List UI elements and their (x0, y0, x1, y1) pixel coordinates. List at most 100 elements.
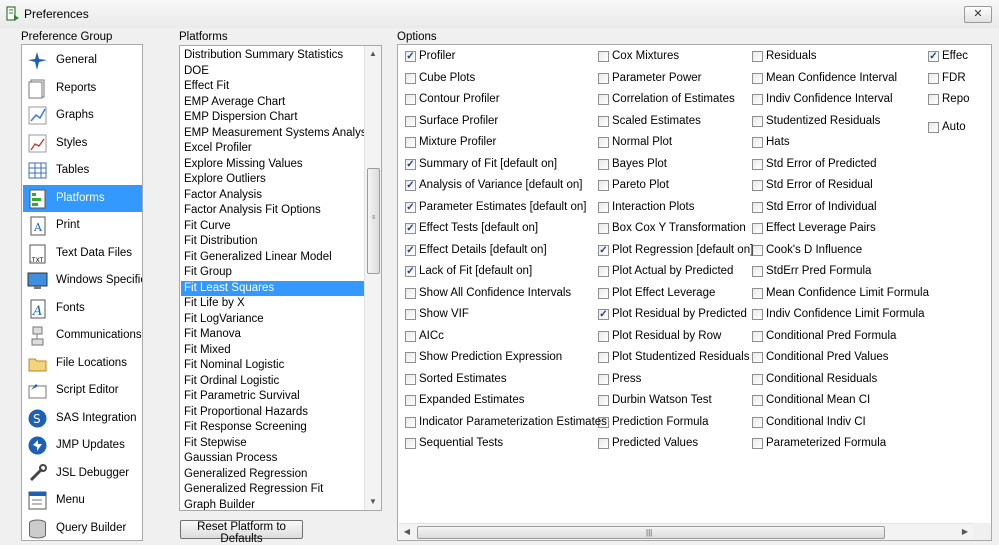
platform-list-item[interactable]: DOE (181, 64, 366, 80)
checkbox-unchecked[interactable] (752, 352, 763, 363)
preference-group-list[interactable]: General Reports Graphs Styles Tables Platform… (21, 44, 143, 541)
pref-group-item-graphs[interactable]: Graphs (23, 102, 142, 129)
platform-list-item[interactable]: Graph Builder (181, 498, 366, 511)
reset-platform-button[interactable]: Reset Platform to Defaults (180, 520, 303, 545)
checkbox-unchecked[interactable] (598, 266, 609, 277)
checkbox-unchecked[interactable] (405, 115, 416, 127)
checkbox-unchecked[interactable] (405, 352, 416, 363)
pref-group-item-script-editor[interactable]: Script Editor (23, 377, 142, 404)
scroll-right-arrow-icon[interactable]: ▶ (957, 524, 973, 540)
checkbox-checked[interactable]: ✓ (405, 266, 416, 277)
platform-list-item[interactable]: Fit Group (181, 265, 366, 281)
platform-list-item[interactable]: Fit Parametric Survival (181, 389, 366, 405)
checkbox-unchecked[interactable] (752, 51, 763, 62)
pref-group-item-menu[interactable]: Menu (23, 487, 142, 514)
pref-group-item-fonts[interactable]: A Fonts (23, 295, 142, 322)
checkbox-unchecked[interactable] (752, 94, 763, 105)
platform-list-item[interactable]: Factor Analysis Fit Options (181, 203, 366, 219)
scroll-down-arrow-icon[interactable]: ▼ (365, 494, 381, 510)
checkbox-unchecked[interactable] (598, 137, 609, 148)
checkbox-unchecked[interactable] (405, 94, 416, 105)
platform-list-item[interactable]: EMP Average Chart (181, 95, 366, 111)
checkbox-unchecked[interactable] (752, 395, 763, 406)
platform-list-item[interactable]: Fit Ordinal Logistic (181, 374, 366, 390)
platform-list-item[interactable]: Fit Response Screening (181, 420, 366, 436)
checkbox-unchecked[interactable] (598, 180, 609, 191)
checkbox-checked[interactable]: ✓ (405, 244, 416, 256)
checkbox-unchecked[interactable] (752, 266, 763, 277)
pref-group-item-print[interactable]: A Print (23, 212, 142, 239)
checkbox-unchecked[interactable] (752, 244, 763, 256)
platform-list-item[interactable]: Fit Generalized Linear Model (181, 250, 366, 266)
checkbox-unchecked[interactable] (752, 180, 763, 191)
checkbox-unchecked[interactable] (928, 121, 939, 133)
platform-list-item[interactable]: Generalized Regression Fit (181, 482, 366, 498)
scroll-thumb[interactable]: ≡ (367, 168, 380, 274)
checkbox-unchecked[interactable] (752, 438, 763, 449)
checkbox-checked[interactable]: ✓ (405, 201, 416, 213)
checkbox-unchecked[interactable] (598, 201, 609, 213)
checkbox-unchecked[interactable] (405, 309, 416, 320)
pref-group-item-text-data-files[interactable]: .TXT Text Data Files (23, 240, 142, 267)
checkbox-unchecked[interactable] (598, 395, 609, 406)
checkbox-unchecked[interactable] (405, 137, 416, 148)
pref-group-item-sas-integration[interactable]: S SAS Integration (23, 405, 142, 432)
checkbox-unchecked[interactable] (752, 223, 763, 234)
horizontal-scroll-thumb[interactable]: ||| (417, 526, 885, 539)
close-button[interactable]: ✕ (964, 6, 992, 23)
pref-group-item-reports[interactable]: Reports (23, 75, 142, 102)
platform-list-item[interactable]: Effect Fit (181, 79, 366, 95)
checkbox-unchecked[interactable] (405, 330, 416, 342)
scroll-left-arrow-icon[interactable]: ◀ (399, 524, 415, 540)
checkbox-unchecked[interactable] (598, 330, 609, 342)
platform-list-item[interactable]: Fit Nominal Logistic (181, 358, 366, 374)
checkbox-unchecked[interactable] (598, 373, 609, 385)
platform-list-item[interactable]: Generalized Regression (181, 467, 366, 483)
platform-list-item[interactable]: Explore Missing Values (181, 157, 366, 173)
pref-group-item-tables[interactable]: Tables (23, 157, 142, 184)
checkbox-unchecked[interactable] (598, 352, 609, 363)
checkbox-unchecked[interactable] (598, 115, 609, 127)
pref-group-item-platforms[interactable]: Platforms (23, 184, 142, 212)
checkbox-unchecked[interactable] (752, 158, 763, 170)
checkbox-checked[interactable]: ✓ (405, 158, 416, 170)
checkbox-unchecked[interactable] (752, 330, 763, 342)
pref-group-item-jsl-debugger[interactable]: JSL Debugger (23, 460, 142, 487)
platform-list-item[interactable]: Fit Least Squares (181, 280, 366, 296)
checkbox-checked[interactable]: ✓ (598, 309, 609, 320)
checkbox-unchecked[interactable] (598, 94, 609, 105)
platform-list-item[interactable]: Distribution Summary Statistics (181, 48, 366, 64)
checkbox-unchecked[interactable] (598, 287, 609, 299)
checkbox-unchecked[interactable] (928, 94, 939, 105)
scroll-up-arrow-icon[interactable]: ▲ (365, 46, 381, 62)
platform-list-item[interactable]: Fit Proportional Hazards (181, 405, 366, 421)
checkbox-checked[interactable]: ✓ (928, 51, 939, 62)
platforms-scrollbar[interactable]: ▲ ≡ ▼ (364, 46, 381, 510)
checkbox-unchecked[interactable] (405, 72, 416, 84)
checkbox-unchecked[interactable] (405, 395, 416, 406)
platform-list-item[interactable]: Fit Mixed (181, 343, 366, 359)
options-horizontal-scrollbar[interactable]: ◀ ||| ▶ (399, 523, 973, 540)
pref-group-item-jmp-updates[interactable]: JMP Updates (23, 432, 142, 459)
checkbox-unchecked[interactable] (752, 137, 763, 148)
platform-list-item[interactable]: Fit Life by X (181, 296, 366, 312)
platform-list-item[interactable]: Fit Distribution (181, 234, 366, 250)
pref-group-item-file-locations[interactable]: File Locations (23, 350, 142, 377)
checkbox-unchecked[interactable] (752, 416, 763, 428)
platform-list-item[interactable]: EMP Measurement Systems Analysis (181, 126, 375, 142)
checkbox-unchecked[interactable] (752, 115, 763, 127)
checkbox-checked[interactable]: ✓ (598, 244, 609, 256)
platform-list-item[interactable]: Explore Outliers (181, 172, 366, 188)
platform-list-item[interactable]: Fit Stepwise (181, 436, 366, 452)
checkbox-checked[interactable]: ✓ (405, 223, 416, 234)
checkbox-unchecked[interactable] (405, 287, 416, 299)
platform-list-item[interactable]: Gaussian Process (181, 451, 366, 467)
checkbox-unchecked[interactable] (598, 72, 609, 84)
platform-list-item[interactable]: Fit LogVariance (181, 312, 366, 328)
checkbox-unchecked[interactable] (752, 287, 763, 299)
checkbox-unchecked[interactable] (752, 72, 763, 84)
pref-group-item-general[interactable]: General (23, 47, 142, 74)
platform-list-item[interactable]: Factor Analysis (181, 188, 366, 204)
checkbox-checked[interactable]: ✓ (405, 51, 416, 62)
checkbox-unchecked[interactable] (598, 223, 609, 234)
